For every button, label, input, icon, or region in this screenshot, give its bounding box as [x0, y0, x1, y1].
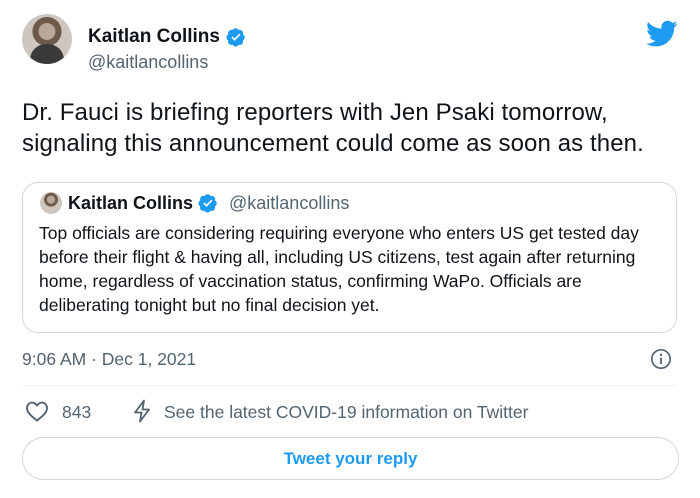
like-count[interactable]: 843	[62, 401, 91, 423]
quoted-tweet[interactable]: Kaitlan Collins @kaitlancollins Top offi…	[22, 182, 677, 333]
heart-icon[interactable]	[25, 400, 49, 422]
verified-badge-icon	[226, 28, 245, 47]
tweet-timestamp[interactable]: 9:06 AM · Dec 1, 2021	[22, 348, 196, 370]
quoted-author-row: Kaitlan Collins @kaitlancollins	[68, 192, 349, 214]
divider	[22, 385, 677, 386]
info-icon[interactable]	[650, 348, 672, 370]
twitter-bird-icon[interactable]	[646, 20, 678, 48]
tweet-text: Dr. Fauci is briefing reporters with Jen…	[22, 99, 644, 157]
quoted-author-name: Kaitlan Collins	[68, 193, 194, 213]
author-handle[interactable]: @kaitlancollins	[88, 51, 208, 73]
covid-info-link[interactable]: See the latest COVID-19 information on T…	[164, 401, 528, 423]
verified-badge-icon	[198, 194, 217, 213]
author-avatar[interactable]	[22, 14, 72, 64]
author-name-row[interactable]: Kaitlan Collins	[88, 26, 246, 48]
tweet-card: Kaitlan Collins @kaitlancollins Dr. Fauc…	[0, 0, 700, 498]
tweet-reply-button[interactable]: Tweet your reply	[22, 437, 679, 480]
author-name[interactable]: Kaitlan Collins	[88, 26, 220, 48]
lightning-bolt-icon[interactable]	[131, 399, 153, 423]
quoted-author-avatar	[40, 192, 62, 214]
quoted-tweet-text: Top officials are considering requiring …	[39, 223, 639, 315]
quoted-author-handle: @kaitlancollins	[229, 193, 350, 213]
